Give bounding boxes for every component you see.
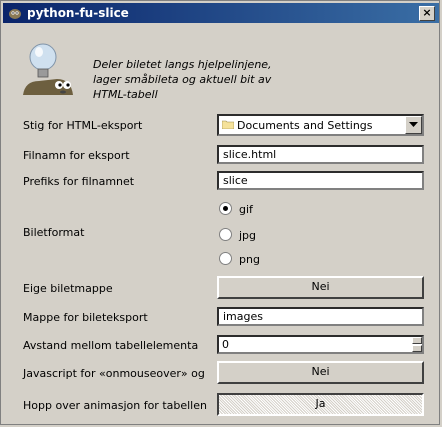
separate-dir-toggle[interactable]: Nei — [217, 276, 424, 299]
image-dir-label: Mappe for bileteksport — [23, 311, 148, 324]
filename-label: Filnamn for eksport — [23, 149, 130, 162]
combobox-dropdown-button[interactable] — [405, 116, 422, 134]
dialog-window: python-fu-slice × Deler biletet langs hj… — [0, 0, 440, 425]
radio-gif-label[interactable]: gif — [239, 203, 253, 216]
radio-jpg-label[interactable]: jpg — [239, 229, 256, 242]
window-title: python-fu-slice — [27, 6, 129, 20]
description-line: lager småbileta og aktuell bit av — [93, 73, 272, 86]
title-bar[interactable]: python-fu-slice × — [3, 3, 439, 23]
skip-animation-toggle[interactable]: Ja — [217, 393, 424, 416]
lightbulb-wilber-icon — [23, 43, 73, 95]
folder-icon — [222, 120, 234, 129]
radio-gif[interactable] — [219, 202, 232, 215]
radio-png-label[interactable]: png — [239, 253, 260, 266]
close-button[interactable]: × — [419, 6, 435, 21]
close-icon: × — [422, 6, 432, 19]
prefix-label: Prefiks for filnamnet — [23, 175, 135, 188]
separate-dir-label: Eige biletmappe — [23, 282, 113, 295]
html-path-combobox[interactable]: Documents and Settings — [217, 114, 424, 136]
description-line: HTML-tabell — [93, 88, 158, 101]
chevron-down-icon — [409, 122, 418, 127]
spin-down-button[interactable] — [412, 345, 422, 352]
html-path-value: Documents and Settings — [237, 119, 373, 132]
javascript-label: Javascript for «onmouseover» og — [23, 367, 205, 380]
skip-animation-label: Hopp over animasjon for tabellen — [23, 399, 207, 412]
radio-png[interactable] — [219, 252, 232, 265]
javascript-toggle[interactable]: Nei — [217, 361, 424, 384]
plugin-description: Deler biletet langs hjelpelinjene, lager… — [93, 57, 323, 102]
spin-up-button[interactable] — [412, 337, 422, 344]
spacing-label: Avstand mellom tabellelementa — [23, 339, 199, 352]
radio-jpg[interactable] — [219, 228, 232, 241]
spacing-spinbox[interactable]: 0 — [217, 335, 424, 354]
image-dir-input[interactable]: images — [217, 307, 424, 326]
prefix-input[interactable]: slice — [217, 171, 424, 190]
description-line: Deler biletet langs hjelpelinjene, — [93, 58, 272, 71]
html-path-label: Stig for HTML-eksport — [23, 119, 143, 132]
gimp-wilber-icon — [9, 9, 21, 19]
filename-input[interactable]: slice.html — [217, 145, 424, 164]
image-format-label: Biletformat — [23, 226, 85, 239]
spacing-value: 0 — [222, 338, 229, 351]
